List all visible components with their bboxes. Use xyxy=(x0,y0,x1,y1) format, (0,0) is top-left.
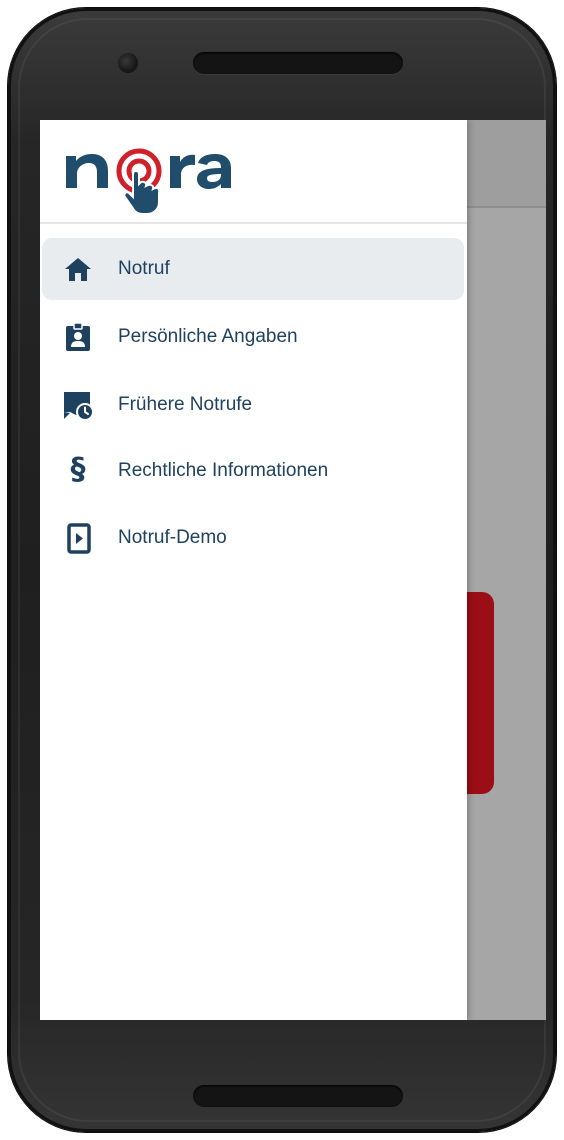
nav-item-label: Notruf-Demo xyxy=(118,527,227,548)
nav-item-persoenliche-angaben[interactable]: Persönliche Angaben xyxy=(42,306,464,368)
nav-item-label: Persönliche Angaben xyxy=(118,326,298,347)
front-camera xyxy=(118,53,138,73)
nav-item-rechtliche-informationen[interactable]: § Rechtliche Informationen xyxy=(42,440,464,502)
paragraph-icon: § xyxy=(70,452,86,487)
bottom-speaker xyxy=(193,1085,403,1107)
drawer-header xyxy=(40,120,467,224)
play-video-icon xyxy=(67,523,91,554)
navigation-drawer: Notruf Persönliche Angaben Frühere Notru… xyxy=(40,120,467,1020)
nav-item-label: Notruf xyxy=(118,258,170,279)
nav-item-notruf-demo[interactable]: Notruf-Demo xyxy=(42,507,464,569)
history-icon xyxy=(64,392,94,421)
home-icon xyxy=(65,258,91,281)
nav-item-notruf[interactable]: Notruf xyxy=(42,238,464,300)
nav-item-label: Rechtliche Informationen xyxy=(118,460,329,481)
nav-item-label: Frühere Notrufe xyxy=(118,394,253,415)
phone-screen: p Notruf xyxy=(40,120,546,1020)
nav-item-fruehere-notrufe[interactable]: Frühere Notrufe xyxy=(42,374,464,436)
earpiece-speaker xyxy=(193,52,403,74)
id-badge-icon xyxy=(66,322,90,351)
nora-logo xyxy=(66,148,231,215)
